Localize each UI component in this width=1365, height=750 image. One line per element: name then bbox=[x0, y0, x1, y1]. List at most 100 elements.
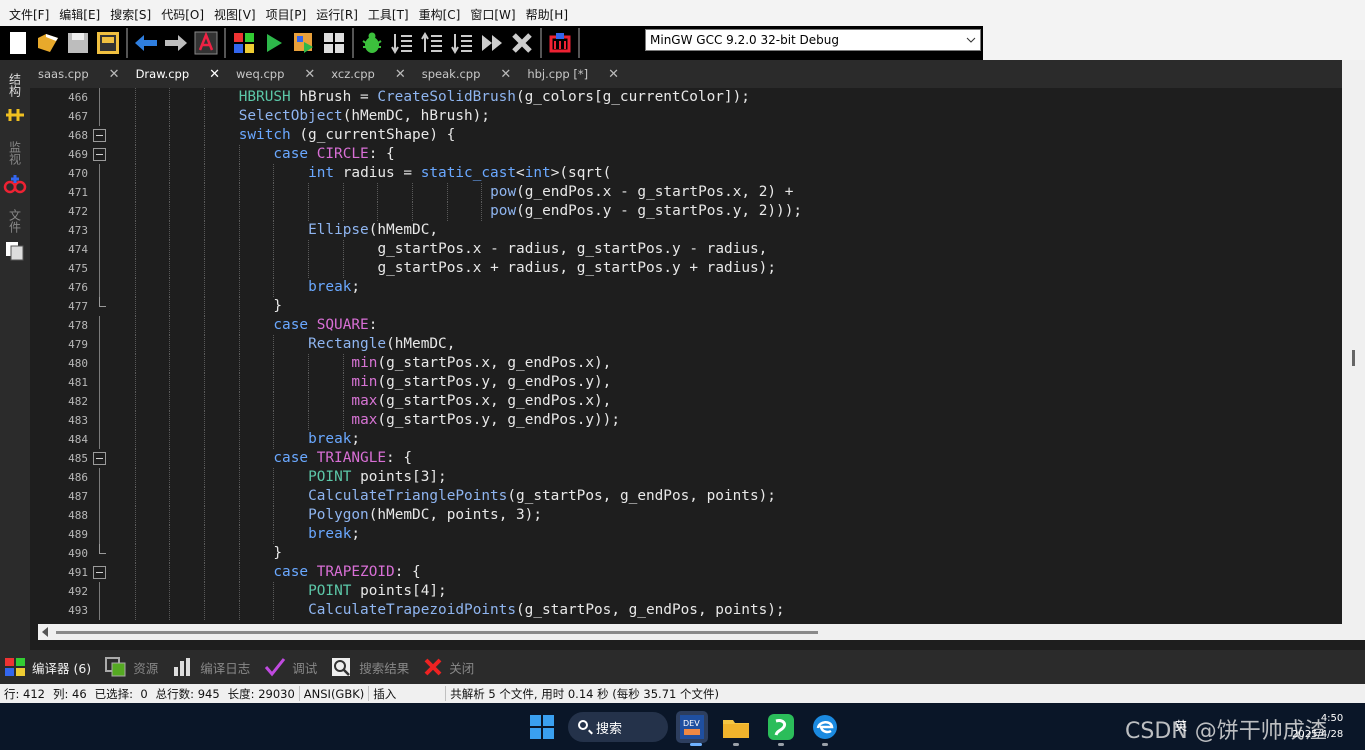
windows-start-icon[interactable] bbox=[530, 715, 554, 739]
code-line[interactable]: 484 break; bbox=[38, 430, 1338, 449]
save-icon[interactable] bbox=[63, 28, 93, 58]
profile-icon[interactable] bbox=[545, 28, 575, 58]
code-line[interactable]: 490} bbox=[38, 544, 1338, 563]
debug-bug-icon[interactable] bbox=[357, 28, 387, 58]
rebuild-icon[interactable] bbox=[319, 28, 349, 58]
fold-guide bbox=[99, 88, 100, 107]
editor-tab[interactable]: weq.cpp ✕ bbox=[228, 60, 323, 88]
format-code-icon[interactable] bbox=[191, 28, 221, 58]
code-line[interactable]: 486 POINT points[3]; bbox=[38, 468, 1338, 487]
editor-tab[interactable]: speak.cpp ✕ bbox=[414, 60, 520, 88]
save-all-icon[interactable] bbox=[93, 28, 123, 58]
close-tab-icon[interactable]: ✕ bbox=[304, 67, 315, 82]
edge-browser-icon[interactable] bbox=[809, 711, 841, 743]
indent-guide bbox=[238, 411, 240, 430]
code-line[interactable]: 480 min(g_startPos.x, g_endPos.x), bbox=[38, 354, 1338, 373]
vertical-scrollbar[interactable] bbox=[1342, 60, 1365, 640]
code-editor[interactable]: 466 HBRUSH hBrush = CreateSolidBrush(g_co… bbox=[38, 88, 1342, 624]
code-text: break; bbox=[308, 525, 360, 544]
code-line[interactable]: 483 max(g_startPos.y, g_endPos.y)); bbox=[38, 411, 1338, 430]
step-out-icon[interactable] bbox=[447, 28, 477, 58]
code-line[interactable]: 468 switch (g_currentShape) { bbox=[38, 126, 1338, 145]
files-icon[interactable] bbox=[0, 240, 30, 262]
fold-toggle-icon[interactable] bbox=[93, 129, 106, 142]
close-tab-icon[interactable]: ✕ bbox=[395, 67, 406, 82]
system-clock[interactable]: 4:50 2025/4/28 bbox=[1292, 711, 1343, 743]
class-structure-icon[interactable] bbox=[0, 104, 30, 126]
wechat-app-icon[interactable] bbox=[765, 711, 797, 743]
horizontal-scroll-thumb[interactable] bbox=[56, 631, 818, 634]
code-line[interactable]: 472 pow(g_endPos.y - g_startPos.y, 2))); bbox=[38, 202, 1338, 221]
input-method-indicator[interactable]: 英 bbox=[1175, 717, 1187, 734]
code-line[interactable]: 469 case CIRCLE: { bbox=[38, 145, 1338, 164]
code-text: SelectObject(hMemDC, hBrush); bbox=[239, 107, 490, 126]
code-line[interactable]: 471 pow(g_endPos.x - g_startPos.x, 2) + bbox=[38, 183, 1338, 202]
side-tab-structure[interactable]: 结构 bbox=[0, 68, 30, 102]
bottom-tab-close[interactable]: 关闭 bbox=[423, 657, 474, 677]
code-line[interactable]: 485 case TRIANGLE: { bbox=[38, 449, 1338, 468]
code-line[interactable]: 478 case SQUARE: bbox=[38, 316, 1338, 335]
code-line[interactable]: 488 Polygon(hMemDC, points, 3); bbox=[38, 506, 1338, 525]
indent-guide bbox=[169, 335, 171, 354]
step-list-icon[interactable] bbox=[387, 28, 417, 58]
code-line[interactable]: 481 min(g_startPos.y, g_endPos.y), bbox=[38, 373, 1338, 392]
code-line[interactable]: 492 POINT points[4]; bbox=[38, 582, 1338, 601]
grid-icon bbox=[4, 657, 26, 677]
fold-toggle-icon[interactable] bbox=[93, 566, 106, 579]
vertical-scroll-thumb[interactable] bbox=[1352, 350, 1355, 366]
scroll-left-icon[interactable] bbox=[42, 627, 48, 637]
close-tab-icon[interactable]: ✕ bbox=[500, 67, 511, 82]
code-token: : { bbox=[368, 146, 395, 162]
side-tab-files[interactable]: 文件 bbox=[0, 204, 30, 238]
code-line[interactable]: 475 g_startPos.x + radius, g_startPos.y +… bbox=[38, 259, 1338, 278]
open-folder-icon[interactable] bbox=[33, 28, 63, 58]
bottom-tab-resources[interactable]: 资源 bbox=[105, 657, 158, 677]
code-line[interactable]: 476 break; bbox=[38, 278, 1338, 297]
bottom-tab-search-results[interactable]: 搜索结果 bbox=[331, 657, 409, 677]
editor-tab[interactable]: hbj.cpp [*] ✕ bbox=[519, 60, 627, 88]
compile-run-icon[interactable] bbox=[289, 28, 319, 58]
fold-guide bbox=[99, 164, 100, 183]
editor-tab[interactable]: Draw.cpp ✕ bbox=[128, 60, 228, 88]
close-tab-icon[interactable]: ✕ bbox=[109, 67, 120, 82]
code-line[interactable]: 482 max(g_startPos.x, g_endPos.x), bbox=[38, 392, 1338, 411]
close-tab-icon[interactable]: ✕ bbox=[209, 67, 220, 82]
code-line[interactable]: 477} bbox=[38, 297, 1338, 316]
devcpp-app-icon[interactable]: DEV bbox=[676, 711, 708, 743]
compile-icon[interactable] bbox=[229, 28, 259, 58]
bottom-tab-compile-log[interactable]: 编译日志 bbox=[172, 657, 250, 677]
code-line[interactable]: 473 Ellipse(hMemDC, bbox=[38, 221, 1338, 240]
close-tab-icon[interactable]: ✕ bbox=[608, 67, 619, 82]
code-line[interactable]: 493 CalculateTrapezoidPoints(g_startPos, … bbox=[38, 601, 1338, 620]
code-line[interactable]: 470 int radius = static_cast<int>(sqrt( bbox=[38, 164, 1338, 183]
code-line[interactable]: 467 SelectObject(hMemDC, hBrush); bbox=[38, 107, 1338, 126]
back-arrow-icon[interactable] bbox=[131, 28, 161, 58]
bottom-tab-compiler[interactable]: 编译器 (6) bbox=[4, 657, 91, 677]
file-explorer-icon[interactable] bbox=[720, 711, 752, 743]
step-into-icon[interactable] bbox=[417, 28, 447, 58]
watch-icon[interactable] bbox=[0, 172, 30, 196]
code-line[interactable]: 474 g_startPos.x - radius, g_startPos.y -… bbox=[38, 240, 1338, 259]
compiler-select[interactable]: MinGW GCC 9.2.0 32-bit Debug bbox=[645, 29, 981, 51]
code-line[interactable]: 491 case TRAPEZOID: { bbox=[38, 563, 1338, 582]
code-line[interactable]: 466 HBRUSH hBrush = CreateSolidBrush(g_co… bbox=[38, 88, 1338, 107]
line-number: 474 bbox=[68, 243, 88, 256]
code-line[interactable]: 479 Rectangle(hMemDC, bbox=[38, 335, 1338, 354]
bottom-tab-debug[interactable]: 调试 bbox=[264, 657, 317, 677]
taskbar-search[interactable]: 搜索 bbox=[568, 712, 668, 742]
run-icon[interactable] bbox=[259, 28, 289, 58]
editor-tab[interactable]: xcz.cpp ✕ bbox=[323, 60, 413, 88]
forward-arrow-icon[interactable] bbox=[161, 28, 191, 58]
horizontal-scrollbar[interactable] bbox=[38, 624, 1342, 640]
fold-toggle-icon[interactable] bbox=[93, 148, 106, 161]
code-line[interactable]: 487 CalculateTrianglePoints(g_startPos, g… bbox=[38, 487, 1338, 506]
side-tab-watch[interactable]: 监视 bbox=[0, 136, 30, 170]
code-token: Ellipse bbox=[308, 222, 369, 238]
new-file-icon[interactable] bbox=[3, 28, 33, 58]
code-line[interactable]: 489 break; bbox=[38, 525, 1338, 544]
indent-guide bbox=[308, 202, 310, 221]
fold-toggle-icon[interactable] bbox=[93, 452, 106, 465]
stop-icon[interactable] bbox=[507, 28, 537, 58]
editor-tab[interactable]: saas.cpp ✕ bbox=[30, 60, 128, 88]
continue-icon[interactable] bbox=[477, 28, 507, 58]
